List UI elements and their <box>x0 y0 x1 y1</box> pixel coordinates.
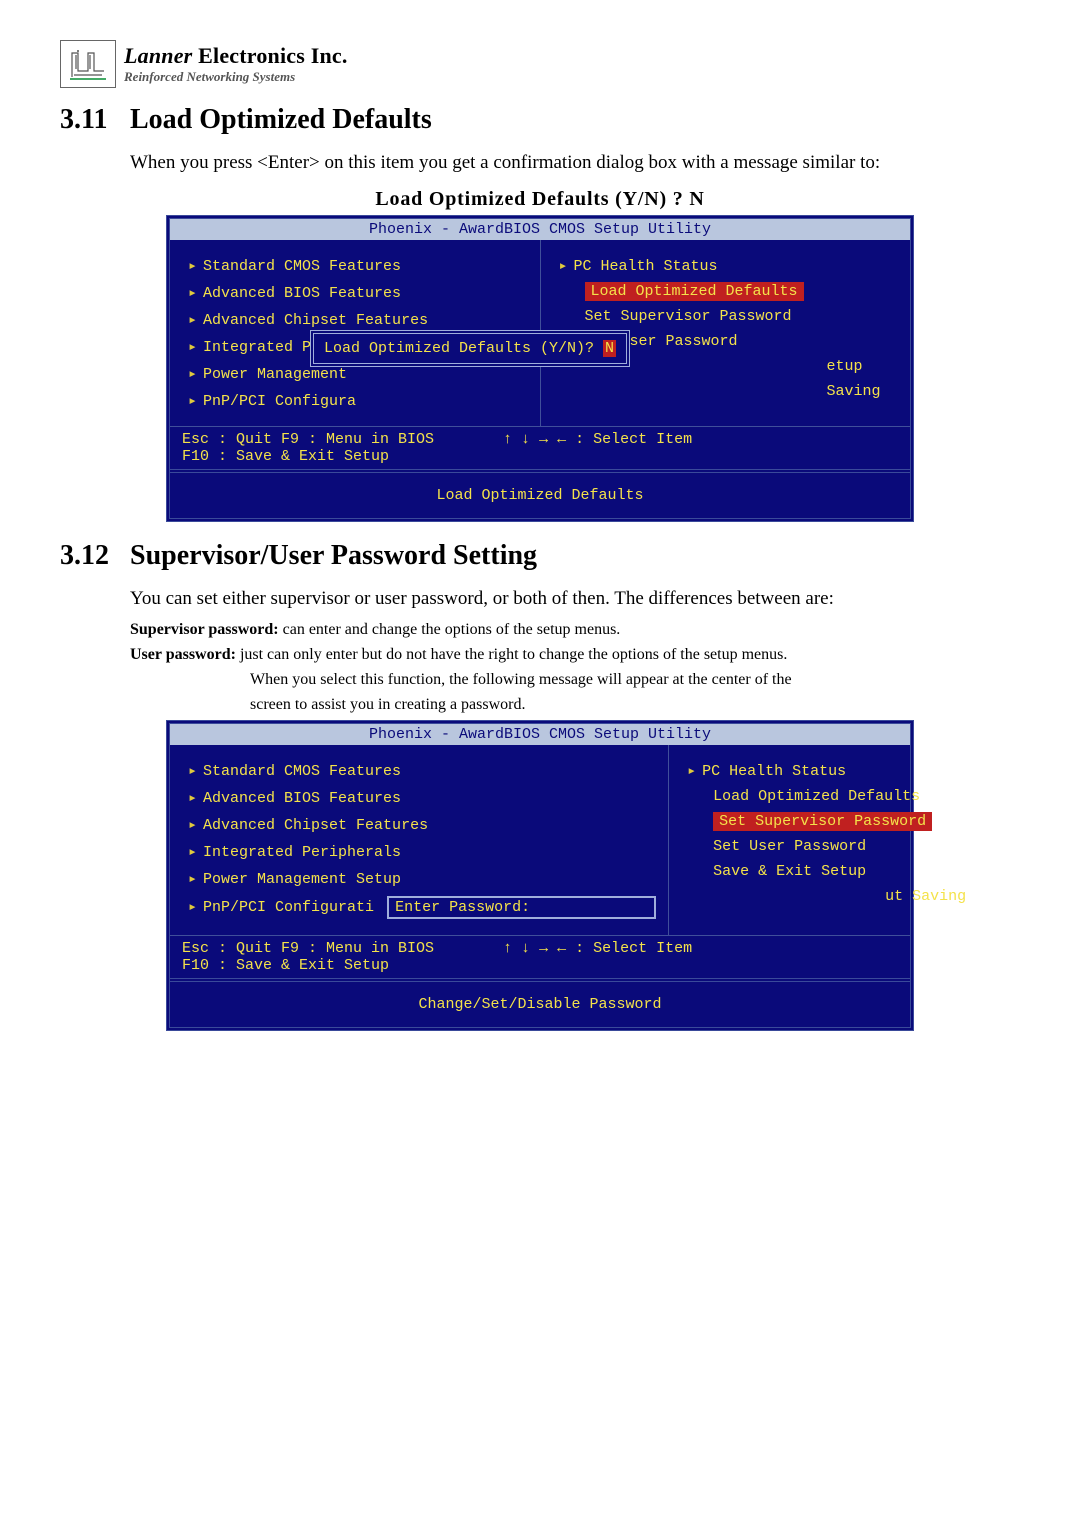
brand-name-italic: Lanner <box>124 43 192 68</box>
section-311-title: Load Optimized Defaults <box>130 104 432 135</box>
bios2-footer-left2: F10 : Save & Exit Setup <box>182 957 389 974</box>
bios1-menu-pc-health[interactable]: PC Health Status <box>559 252 899 279</box>
bios2-menu-supervisor-password[interactable]: Set Supervisor Password <box>713 812 932 831</box>
bios1-menu-advanced-chipset[interactable]: Advanced Chipset Features <box>188 306 528 333</box>
bios-screenshot-1: Phoenix - AwardBIOS CMOS Setup Utility S… <box>166 215 914 522</box>
section-312-para1: You can set either supervisor or user pa… <box>130 586 1020 612</box>
bios1-confirm-dialog[interactable]: Load Optimized Defaults (Y/N)? N <box>310 330 630 367</box>
section-312-sup-line: Supervisor password: can enter and chang… <box>130 619 1020 641</box>
bios1-menu-load-defaults[interactable]: Load Optimized Defaults <box>585 282 804 301</box>
section-312-extra2: screen to assist you in creating a passw… <box>250 693 1020 716</box>
section-312-usr-line: User password: just can only enter but d… <box>130 644 1020 666</box>
bios2-hint: Change/Set/Disable Password <box>170 978 910 1027</box>
section-312-heading: 3.12Supervisor/User Password Setting <box>60 540 1020 572</box>
bios1-hint: Load Optimized Defaults <box>170 469 910 518</box>
bios2-menu-save-exit[interactable]: Save & Exit Setup <box>687 859 966 884</box>
bios1-fragment-etup: etup <box>801 354 863 379</box>
bios1-menu-standard-cmos[interactable]: Standard CMOS Features <box>188 252 528 279</box>
bios1-menu-supervisor-password[interactable]: Set Supervisor Password <box>559 304 899 329</box>
bios2-menu-pc-health[interactable]: PC Health Status <box>687 757 966 784</box>
section-311-heading: 3.11Load Optimized Defaults <box>60 104 1020 136</box>
brand-tagline: Reinforced Networking Systems <box>124 69 348 85</box>
bios1-footer-right: ↑ ↓ → ← : Select Item <box>503 431 692 448</box>
bios2-password-label: Enter Password: <box>395 899 530 916</box>
bios1-menu-pnp-pci[interactable]: PnP/PCI Configura <box>188 387 528 414</box>
bios1-footer-left2: F10 : Save & Exit Setup <box>182 448 389 465</box>
section-311-para: When you press <Enter> on this item you … <box>130 150 1020 176</box>
section-312-extra1: When you select this function, the follo… <box>250 668 1020 691</box>
bios1-confirm-value[interactable]: N <box>603 340 616 357</box>
bios1-confirm-text: Load Optimized Defaults (Y/N)? <box>324 340 603 357</box>
bios1-menu-advanced-bios[interactable]: Advanced BIOS Features <box>188 279 528 306</box>
bios2-menu-pnp-pci: PnP/PCI Configurati <box>203 899 374 916</box>
user-password-bold: User password: <box>130 646 236 663</box>
brand-header: Lanner Electronics Inc. Reinforced Netwo… <box>60 40 1020 88</box>
dialog-title-311: Load Optimized Defaults (Y/N) ? N <box>60 188 1020 211</box>
bios2-footer-right: ↑ ↓ → ← : Select Item <box>503 940 692 957</box>
section-312-num: 3.12 <box>60 540 130 572</box>
bios2-password-dialog[interactable]: Enter Password: <box>387 896 656 919</box>
supervisor-password-bold: Supervisor password: <box>130 621 279 638</box>
bios2-menu-load-defaults[interactable]: Load Optimized Defaults <box>687 784 966 809</box>
bios1-footer-left1: Esc : Quit F9 : Menu in BIOS <box>182 431 434 448</box>
bios2-menu-integrated-peripherals[interactable]: Integrated Peripherals <box>188 838 656 865</box>
bios-screenshot-2: Phoenix - AwardBIOS CMOS Setup Utility S… <box>166 720 914 1031</box>
bios1-title: Phoenix - AwardBIOS CMOS Setup Utility <box>170 219 910 240</box>
brand-text: Lanner Electronics Inc. Reinforced Netwo… <box>124 43 348 85</box>
bios2-menu-advanced-chipset[interactable]: Advanced Chipset Features <box>188 811 656 838</box>
supervisor-password-rest: can enter and change the options of the … <box>279 621 621 638</box>
bios2-fragment-ut-saving: ut Saving <box>859 884 966 909</box>
bios2-menu-user-password[interactable]: Set User Password <box>687 834 966 859</box>
bios2-menu-pnp-pci-row[interactable]: PnP/PCI Configurati Enter Password: <box>188 892 656 923</box>
brand-logo-icon <box>60 40 116 88</box>
section-311-num: 3.11 <box>60 104 130 136</box>
bios2-menu-advanced-bios[interactable]: Advanced BIOS Features <box>188 784 656 811</box>
bios2-menu-standard-cmos[interactable]: Standard CMOS Features <box>188 757 656 784</box>
user-password-rest: just can only enter but do not have the … <box>236 646 787 663</box>
section-312-title: Supervisor/User Password Setting <box>130 540 537 571</box>
bios2-title: Phoenix - AwardBIOS CMOS Setup Utility <box>170 724 910 745</box>
bios2-menu-power-management[interactable]: Power Management Setup <box>188 865 656 892</box>
brand-name-rest: Electronics Inc. <box>192 43 347 68</box>
bios2-footer-left1: Esc : Quit F9 : Menu in BIOS <box>182 940 434 957</box>
bios1-fragment-saving: Saving <box>801 379 881 404</box>
